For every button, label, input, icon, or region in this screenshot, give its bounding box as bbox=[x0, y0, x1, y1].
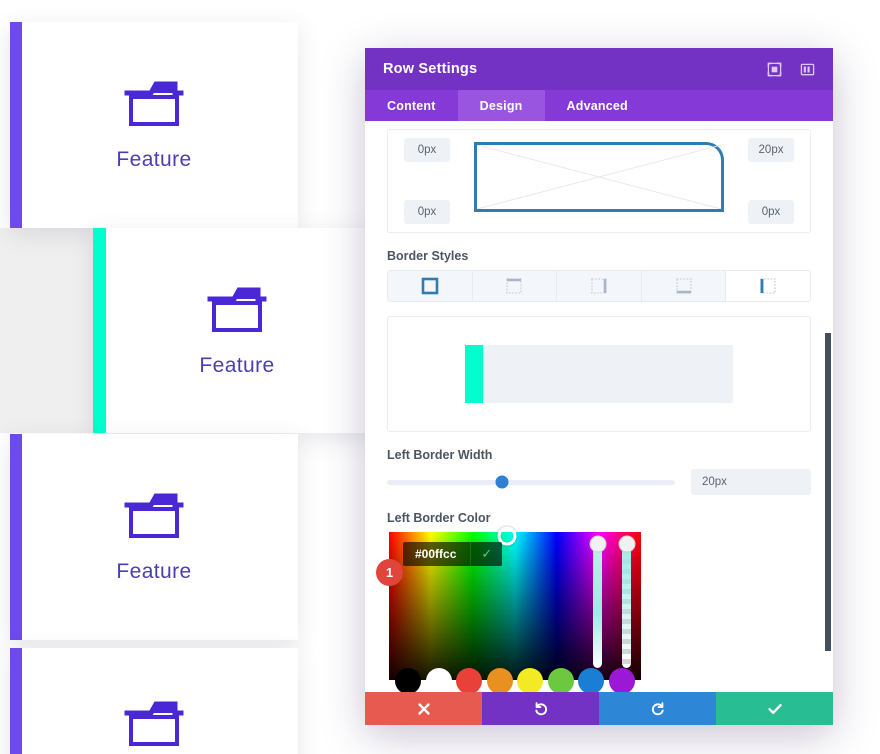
modal-footer bbox=[365, 692, 833, 725]
feature-card[interactable]: Feature bbox=[10, 434, 298, 640]
x-icon bbox=[417, 702, 431, 716]
modal-body: 0px 20px 0px 0px Border Styles Left Bord… bbox=[365, 121, 833, 692]
feature-card[interactable]: Feature bbox=[10, 648, 298, 754]
hex-input[interactable]: #00ffcc bbox=[403, 542, 470, 566]
alpha-slider-handle[interactable] bbox=[618, 535, 635, 553]
color-swatch[interactable] bbox=[608, 668, 635, 692]
background-strip bbox=[0, 228, 105, 433]
check-icon[interactable]: ✓ bbox=[470, 542, 502, 566]
folder-icon bbox=[206, 284, 268, 336]
border-style-right[interactable] bbox=[557, 271, 642, 301]
hue-slider-handle[interactable] bbox=[589, 535, 606, 553]
redo-button[interactable] bbox=[599, 692, 716, 725]
border-style-top[interactable] bbox=[473, 271, 558, 301]
corner-radius-control: 0px 20px 0px 0px bbox=[387, 129, 811, 233]
status-badge: 1 bbox=[376, 559, 403, 586]
modal-tabs: Content Design Advanced bbox=[365, 90, 833, 121]
radius-preview-box[interactable] bbox=[474, 142, 724, 212]
color-swatch[interactable] bbox=[517, 668, 544, 692]
close-button[interactable] bbox=[365, 692, 482, 725]
border-width-value-field[interactable]: 20px bbox=[691, 469, 811, 495]
radius-bottom-left-field[interactable]: 0px bbox=[404, 200, 450, 224]
modal-header: Row Settings bbox=[365, 48, 833, 90]
feature-card[interactable]: Feature bbox=[10, 22, 298, 228]
feature-card-label: Feature bbox=[199, 353, 275, 377]
border-width-slider[interactable] bbox=[387, 475, 675, 489]
color-swatch[interactable] bbox=[486, 668, 513, 692]
border-width-label: Left Border Width bbox=[387, 448, 493, 462]
border-style-left[interactable] bbox=[726, 271, 810, 301]
check-icon bbox=[767, 702, 783, 716]
page-title: Row Settings bbox=[383, 61, 478, 77]
tab-advanced[interactable]: Advanced bbox=[545, 90, 650, 121]
color-swatch-row bbox=[389, 668, 641, 692]
border-color-label: Left Border Color bbox=[387, 511, 491, 525]
tab-label: Design bbox=[479, 98, 523, 113]
border-width-row: 20px bbox=[387, 469, 811, 495]
layout-columns-icon[interactable] bbox=[800, 62, 815, 77]
feature-card[interactable]: Feature bbox=[93, 228, 381, 433]
feature-card-label: Feature bbox=[116, 560, 192, 583]
redo-icon bbox=[650, 701, 666, 717]
color-swatch[interactable] bbox=[456, 668, 483, 692]
radius-top-left-field[interactable]: 0px bbox=[404, 138, 450, 162]
tab-content[interactable]: Content bbox=[365, 90, 458, 121]
row-settings-modal: Row Settings Content Design Advanced 0px… bbox=[365, 48, 833, 725]
color-swatch[interactable] bbox=[425, 668, 452, 692]
folder-icon bbox=[123, 698, 185, 750]
undo-icon bbox=[533, 701, 549, 717]
color-picker-wrapper: #00ffcc ✓ 1 bbox=[376, 526, 811, 692]
color-sliders bbox=[583, 532, 641, 680]
folder-icon bbox=[123, 78, 185, 130]
slider-handle[interactable] bbox=[495, 475, 509, 489]
tab-label: Advanced bbox=[566, 98, 628, 113]
color-swatch[interactable] bbox=[395, 668, 421, 692]
vertical-scrollbar[interactable] bbox=[825, 333, 831, 651]
color-picker-gradient[interactable]: #00ffcc ✓ 1 bbox=[376, 526, 641, 680]
feature-card-label: Feature bbox=[116, 148, 192, 171]
radius-bottom-right-field[interactable]: 0px bbox=[748, 200, 794, 224]
border-styles-label: Border Styles bbox=[387, 249, 469, 263]
color-swatch[interactable] bbox=[578, 668, 605, 692]
alpha-slider[interactable] bbox=[618, 535, 635, 668]
border-preview-panel bbox=[387, 316, 811, 432]
target-icon[interactable] bbox=[767, 62, 782, 77]
hex-input-group: #00ffcc ✓ bbox=[403, 542, 503, 566]
tab-label: Content bbox=[387, 98, 436, 113]
preview-left-border bbox=[465, 345, 483, 403]
border-styles-selector bbox=[387, 270, 811, 302]
settings-scroll-area: 0px 20px 0px 0px Border Styles Left Bord… bbox=[365, 121, 833, 692]
undo-button[interactable] bbox=[482, 692, 599, 725]
color-swatch[interactable] bbox=[547, 668, 574, 692]
folder-icon bbox=[123, 490, 185, 542]
hue-slider[interactable] bbox=[589, 535, 606, 668]
border-preview-shape bbox=[465, 345, 733, 403]
border-style-all[interactable] bbox=[388, 271, 473, 301]
tab-design[interactable]: Design bbox=[457, 90, 545, 121]
border-style-bottom[interactable] bbox=[642, 271, 727, 301]
radius-top-right-field[interactable]: 20px bbox=[748, 138, 794, 162]
save-button[interactable] bbox=[716, 692, 833, 725]
